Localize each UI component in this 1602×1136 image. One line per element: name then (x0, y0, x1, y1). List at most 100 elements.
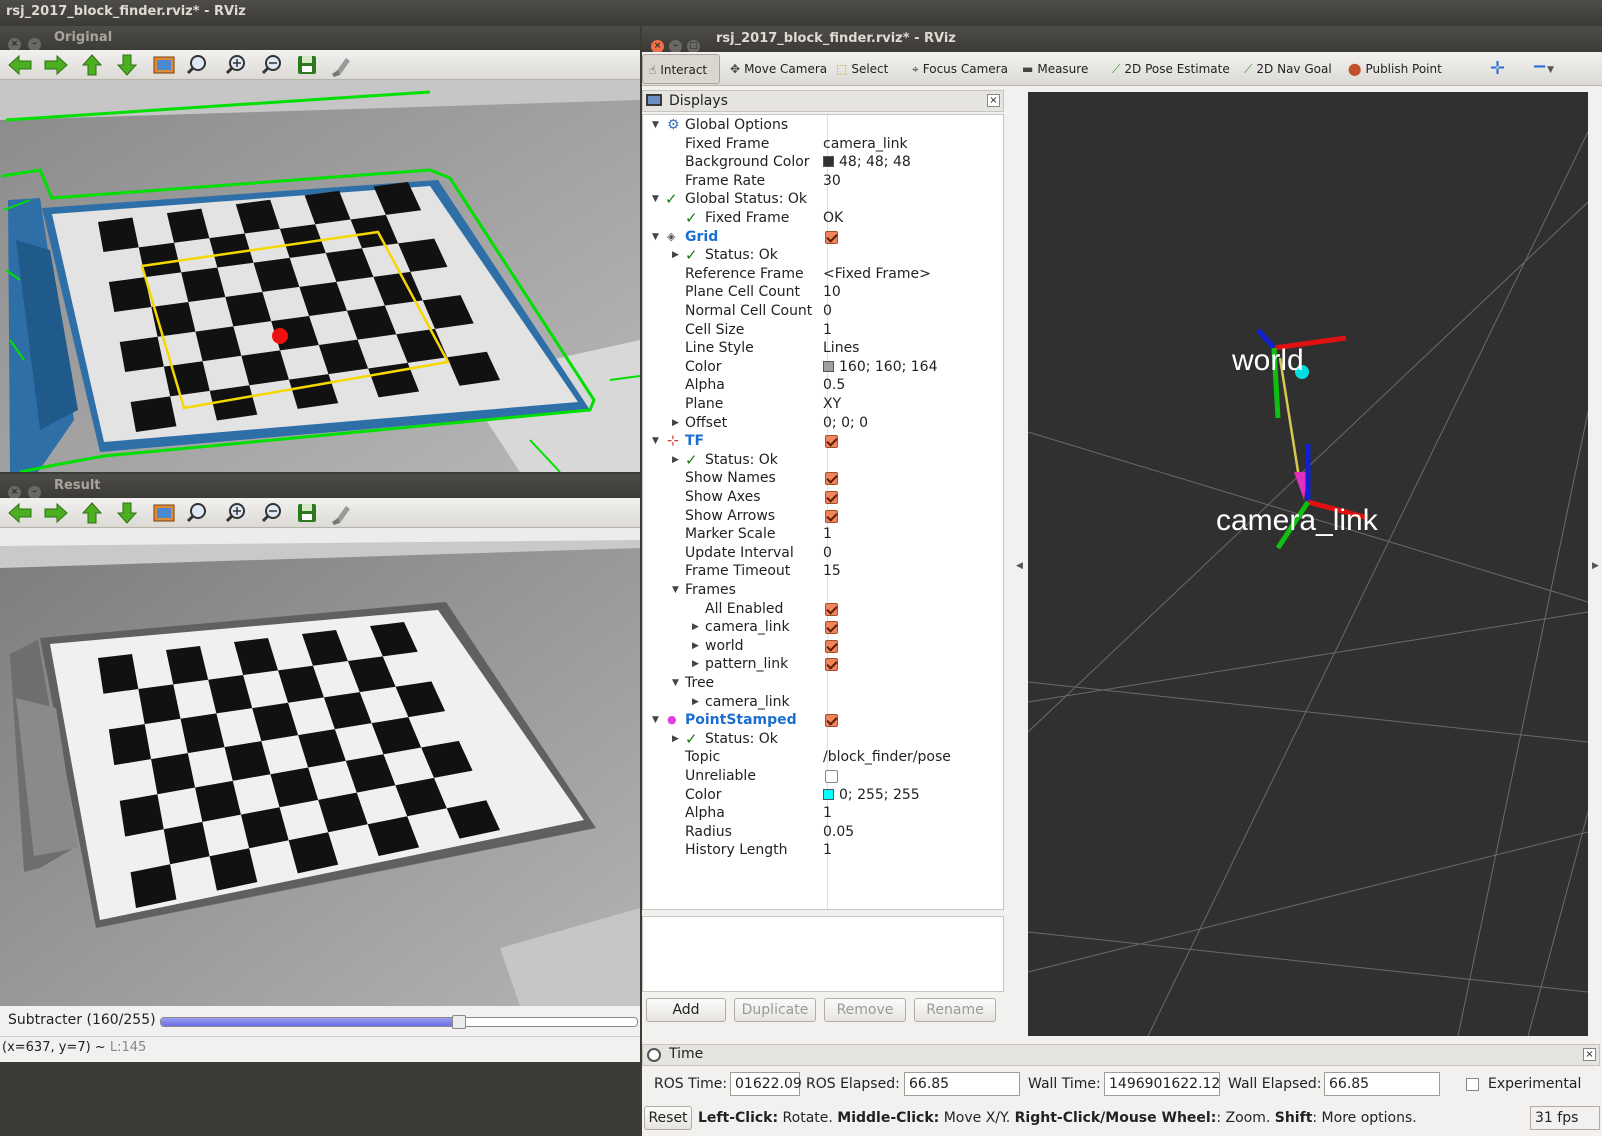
enable-checkbox[interactable] (825, 230, 838, 244)
wall-elapsed-field[interactable]: 66.85 (1324, 1072, 1440, 1096)
arrow-up-icon[interactable] (81, 502, 103, 524)
arrow-right-icon[interactable] (44, 54, 68, 76)
tree-row[interactable]: ▶ world (643, 637, 1003, 656)
tool-focus-camera[interactable]: ⌖ Focus Camera (906, 54, 1012, 84)
expanded-arrow-icon[interactable]: ▼ (652, 711, 659, 730)
tree-row-value[interactable]: <Fixed Frame> (823, 265, 931, 284)
tree-row-value[interactable]: 1 (823, 841, 832, 860)
ros-elapsed-field[interactable]: 66.85 (904, 1072, 1020, 1096)
color-swatch[interactable] (823, 360, 834, 372)
duplicate-display-button[interactable]: Duplicate (734, 998, 816, 1022)
tool-move-camera[interactable]: ✥ Move Camera (724, 54, 827, 84)
tree-row[interactable]: Radius 0.05 (643, 823, 1003, 842)
tree-row[interactable]: ▼ ⚙ Global Options (643, 116, 1003, 135)
tree-row[interactable]: Color 0; 255; 255 (643, 786, 1003, 805)
enable-checkbox[interactable] (825, 770, 838, 783)
tree-row[interactable]: Frame Timeout 15 (643, 562, 1003, 581)
tree-row[interactable]: Plane Cell Count 10 (643, 283, 1003, 302)
enable-checkbox[interactable] (825, 714, 838, 728)
arrow-left-icon[interactable] (8, 502, 32, 524)
tree-row[interactable]: ▶ ✓ Status: Ok (643, 730, 1003, 749)
expanded-arrow-icon[interactable]: ▼ (652, 190, 659, 209)
tree-row[interactable]: Show Axes (643, 488, 1003, 507)
tree-row[interactable]: Alpha 0.5 (643, 376, 1003, 395)
brush-icon[interactable] (332, 506, 350, 525)
enable-checkbox[interactable] (825, 621, 838, 635)
tree-row[interactable]: Normal Cell Count 0 (643, 302, 1003, 321)
experimental-checkbox[interactable] (1466, 1078, 1479, 1091)
tree-row-value[interactable]: 30 (823, 172, 841, 191)
tree-row-value[interactable]: Lines (823, 339, 859, 358)
tree-row-value[interactable]: XY (823, 395, 841, 414)
arrow-down-icon[interactable] (116, 54, 138, 76)
tree-row-value[interactable]: 1 (823, 321, 832, 340)
enable-checkbox[interactable] (825, 639, 838, 653)
tree-row-value[interactable]: OK (823, 209, 843, 228)
tree-row[interactable]: ▶ Offset 0; 0; 0 (643, 414, 1003, 433)
3d-render-view[interactable]: world camera_link (1028, 92, 1588, 1036)
expanded-arrow-icon[interactable]: ▼ (672, 581, 679, 600)
tree-row[interactable]: Line Style Lines (643, 339, 1003, 358)
tree-row[interactable]: ✓ Fixed Frame OK (643, 209, 1003, 228)
tree-row[interactable]: Reference Frame <Fixed Frame> (643, 265, 1003, 284)
tree-row[interactable]: Marker Scale 1 (643, 525, 1003, 544)
displays-tree[interactable]: ▼ ⚙ Global Options Fixed Frame camera_link Ba… (642, 114, 1004, 910)
tree-row-value[interactable]: 160; 160; 164 (823, 358, 938, 377)
tree-row[interactable]: History Length 1 (643, 841, 1003, 860)
add-display-button[interactable]: Add (646, 998, 726, 1022)
tree-row[interactable]: ▶ camera_link (643, 618, 1003, 637)
subtracter-slider[interactable] (160, 1015, 638, 1029)
tree-row-value[interactable]: 10 (823, 283, 841, 302)
collapsed-arrow-icon[interactable]: ▶ (672, 730, 679, 749)
tool-measure[interactable]: ▬ Measure (1016, 54, 1102, 84)
tree-row[interactable]: Plane XY (643, 395, 1003, 414)
tool-2d-nav-goal[interactable]: ⟋ 2D Nav Goal (1238, 54, 1338, 84)
reset-button[interactable]: Reset (644, 1106, 692, 1130)
tree-row[interactable]: ▶ ✓ Status: Ok (643, 451, 1003, 470)
subtracter-slider-handle[interactable] (452, 1015, 467, 1029)
close-panel-icon[interactable]: × (1583, 1048, 1596, 1061)
collapsed-arrow-icon[interactable]: ▶ (672, 414, 679, 433)
tree-row[interactable]: ▼ ● PointStamped (643, 711, 1003, 730)
image-icon[interactable] (153, 56, 175, 74)
rviz-title-bar[interactable]: × – □ rsj_2017_block_finder.rviz* - RViz (642, 26, 1602, 53)
tree-row[interactable]: ▶ camera_link (643, 693, 1003, 712)
collapsed-arrow-icon[interactable]: ▶ (692, 693, 699, 712)
tree-row[interactable]: Unreliable (643, 767, 1003, 786)
tree-row[interactable]: ▶ pattern_link (643, 655, 1003, 674)
arrow-up-icon[interactable] (81, 54, 103, 76)
tree-row[interactable]: Color 160; 160; 164 (643, 358, 1003, 377)
tool-interact[interactable]: ☝ Interact (642, 54, 720, 84)
save-icon[interactable] (298, 56, 316, 74)
tree-row[interactable]: All Enabled (643, 600, 1003, 619)
zoom-out-icon[interactable] (261, 55, 281, 75)
remove-tool-icon[interactable]: −▼ (1532, 56, 1554, 77)
tree-row-value[interactable]: 48; 48; 48 (823, 153, 911, 172)
add-tool-icon[interactable]: ✛ (1490, 58, 1505, 79)
tree-row[interactable]: Cell Size 1 (643, 321, 1003, 340)
zoom-fit-icon[interactable] (186, 55, 206, 75)
expanded-arrow-icon[interactable]: ▼ (672, 674, 679, 693)
enable-checkbox[interactable] (825, 472, 838, 486)
tree-row-value[interactable]: 0 (823, 302, 832, 321)
tree-row[interactable]: Background Color 48; 48; 48 (643, 153, 1003, 172)
tree-row-value[interactable]: 1 (823, 525, 832, 544)
arrow-left-icon[interactable] (8, 54, 32, 76)
tree-row[interactable]: Alpha 1 (643, 804, 1003, 823)
tree-row-value[interactable]: 0 (823, 544, 832, 563)
tree-row[interactable]: ▼ ◈ Grid (643, 228, 1003, 247)
tree-row-value[interactable]: 15 (823, 562, 841, 581)
enable-checkbox[interactable] (825, 509, 838, 523)
save-icon[interactable] (298, 504, 316, 522)
rename-display-button[interactable]: Rename (914, 998, 996, 1022)
tool-select[interactable]: ⬚ Select (830, 54, 902, 84)
tree-row[interactable]: Update Interval 0 (643, 544, 1003, 563)
collapsed-arrow-icon[interactable]: ▶ (672, 451, 679, 470)
enable-checkbox[interactable] (825, 491, 838, 504)
result-image-view[interactable] (0, 528, 640, 1006)
expanded-arrow-icon[interactable]: ▼ (652, 116, 659, 135)
zoom-fit-icon[interactable] (186, 503, 206, 523)
collapse-left-icon[interactable]: ◀ (1016, 561, 1023, 571)
tool-2d-pose-estimate[interactable]: ⟋ 2D Pose Estimate (1106, 54, 1232, 84)
tree-row-value[interactable]: /block_finder/pose (823, 748, 951, 767)
